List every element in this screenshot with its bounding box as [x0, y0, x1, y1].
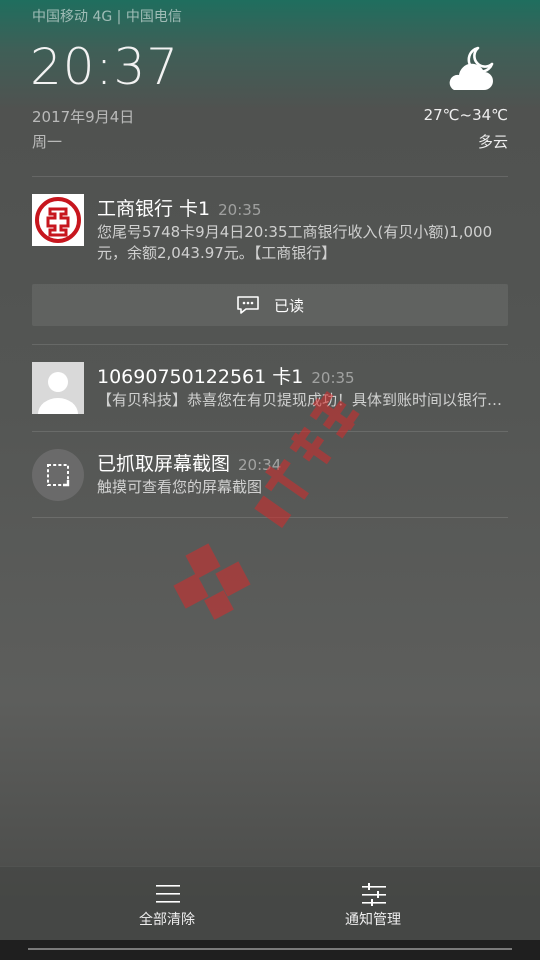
notification-icbc[interactable]: 工商银行 卡1 20:35 您尾号5748卡9月4日20:35工商银行收入(有贝小… — [32, 194, 508, 274]
clear-all-button[interactable]: 全部清除 — [67, 867, 267, 941]
clear-all-label: 全部清除 — [139, 912, 195, 928]
notification-body: 【有贝科技】恭喜您在有贝提现成功！具体到账时间以银行为准 — [97, 391, 508, 409]
divider — [32, 517, 508, 518]
sliders-icon — [362, 883, 386, 906]
notification-screenshot[interactable]: 已抓取屏幕截图 20:34 触摸可查看您的屏幕截图 — [32, 449, 508, 504]
mark-read-label: 已读 — [273, 296, 304, 315]
notification-title: 工商银行 卡1 20:35 — [97, 198, 262, 220]
notification-body: 触摸可查看您的屏幕截图 — [97, 478, 263, 496]
notification-time: 20:35 — [311, 369, 355, 387]
divider — [32, 176, 508, 177]
navigation-bar — [0, 940, 540, 960]
status-bar-carrier: 中国移动 4G | 中国电信 — [32, 9, 182, 25]
divider — [32, 431, 508, 432]
notification-time: 20:35 — [218, 201, 262, 219]
weekday-text: 周一 — [32, 133, 63, 151]
divider — [32, 344, 508, 345]
notification-actions-bar: 全部清除 通知管理 — [0, 866, 540, 941]
navigation-handle[interactable] — [28, 948, 512, 950]
date-text: 2017年9月4日 — [32, 108, 135, 126]
notification-manage-label: 通知管理 — [345, 912, 401, 928]
notification-title: 10690750122561 卡1 20:35 — [97, 366, 355, 388]
weather-temperature: 27℃~34℃ — [423, 106, 508, 124]
cloud-moon-icon — [449, 46, 494, 90]
mark-read-button[interactable]: 已读 — [32, 284, 508, 326]
message-read-icon — [237, 296, 259, 314]
contact-avatar-icon — [32, 362, 84, 414]
clear-all-icon — [156, 885, 180, 903]
notification-manage-button[interactable]: 通知管理 — [273, 867, 473, 941]
screenshot-icon — [32, 449, 84, 501]
icbc-logo-icon — [32, 194, 84, 246]
weather-condition: 多云 — [477, 133, 508, 151]
notification-time: 20:34 — [238, 456, 282, 474]
notification-title: 已抓取屏幕截图 20:34 — [97, 453, 282, 475]
notification-body: 您尾号5748卡9月4日20:35工商银行收入(有贝小额)1,000元，余额2,… — [97, 223, 493, 262]
clock-time: 20:37 — [30, 38, 180, 96]
notification-sms[interactable]: 10690750122561 卡1 20:35 【有贝科技】恭喜您在有贝提现成功！… — [32, 362, 508, 422]
